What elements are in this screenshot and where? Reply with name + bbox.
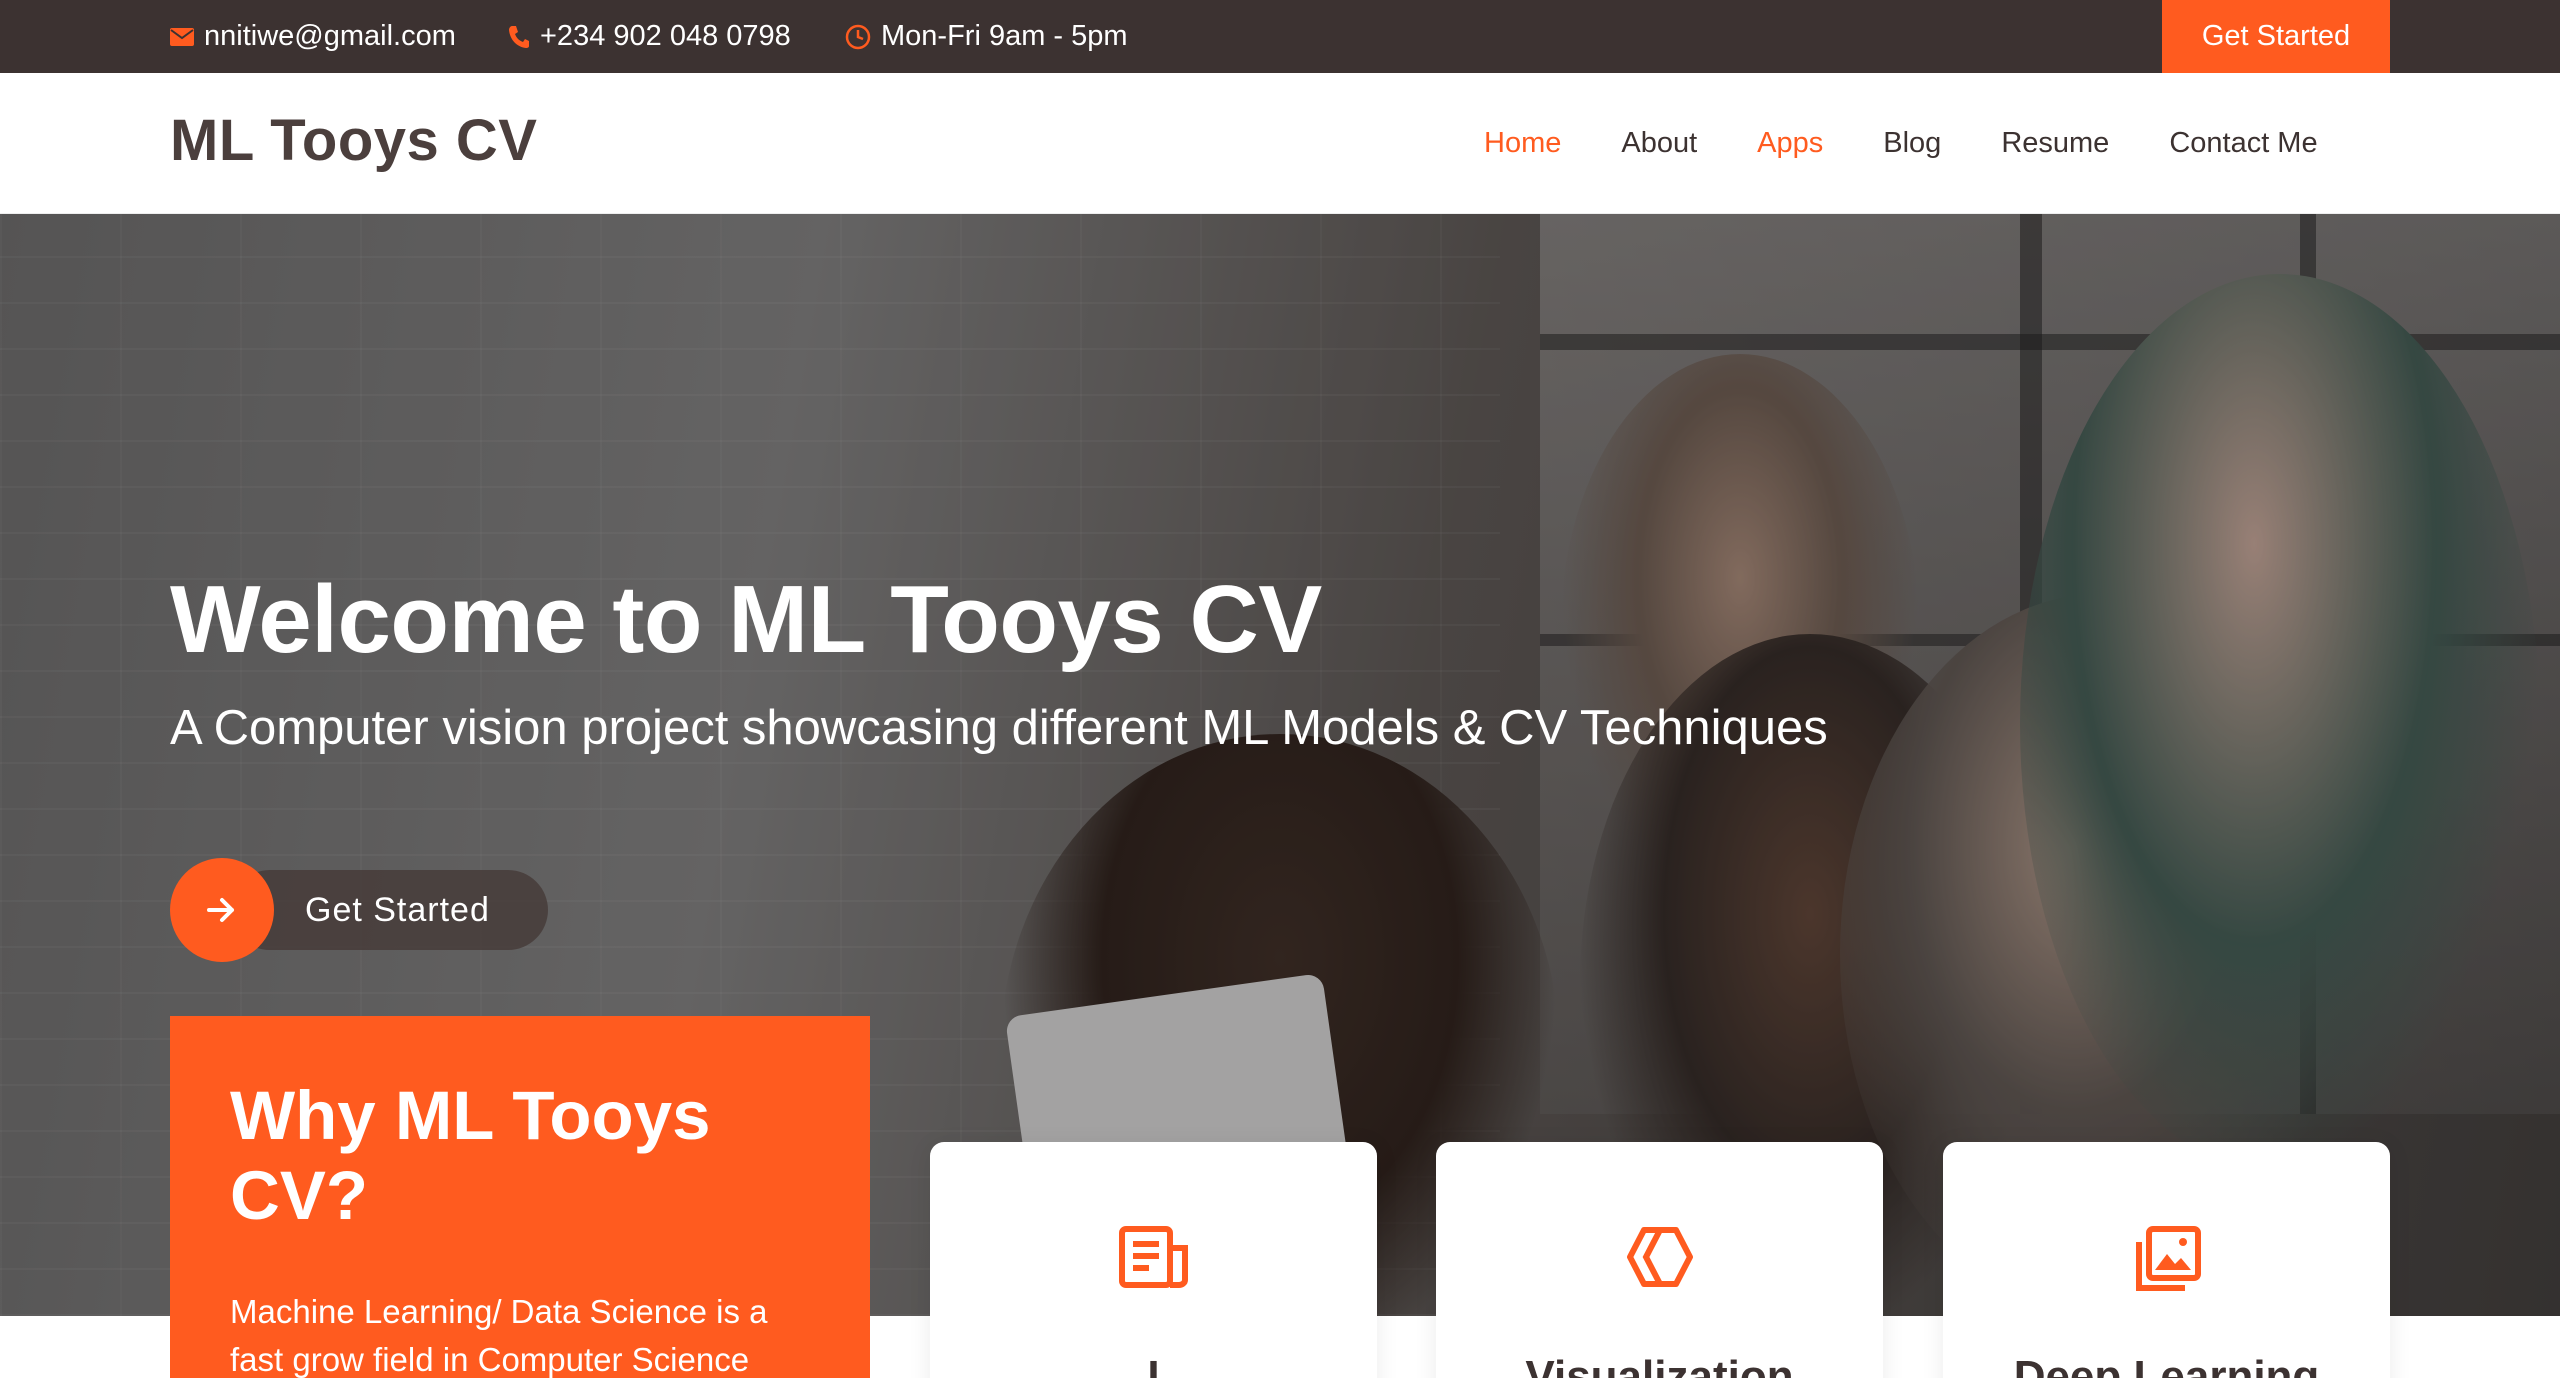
feature-card[interactable]: I — [930, 1142, 1377, 1378]
feature-card[interactable]: Deep Learning — [1943, 1142, 2390, 1378]
why-heading: Why ML Tooys CV? — [230, 1077, 711, 1234]
why-text: Machine Learning/ Data Science is a fast… — [230, 1293, 768, 1378]
phone-text: +234 902 048 0798 — [540, 20, 791, 52]
email-text: nnitiwe@gmail.com — [204, 20, 456, 52]
site-header: ML Tooys CV Home About Apps Blog Resume … — [0, 73, 2560, 214]
document-icon — [1118, 1226, 1189, 1293]
hero-subtitle: A Computer vision project showcasing dif… — [170, 701, 1828, 755]
top-bar: nnitiwe@gmail.com +234 902 048 0798 Mon-… — [0, 0, 2560, 73]
topbar-get-started-button[interactable]: Get Started — [2162, 0, 2390, 73]
nav-apps[interactable]: Apps — [1757, 127, 1823, 160]
phone-icon — [508, 25, 530, 49]
hero-title: Welcome to ML Tooys CV — [170, 566, 1322, 673]
envelope-icon — [170, 27, 194, 46]
why-card: Why ML Tooys CV? Machine Learning/ Data … — [170, 1016, 870, 1378]
nav-contact-me[interactable]: Contact Me — [2169, 127, 2317, 160]
feature-card-title: Deep Learning — [2013, 1352, 2320, 1378]
feature-card-title: I — [1147, 1352, 1160, 1378]
images-icon — [2133, 1226, 2201, 1299]
hero-button-label: Get Started — [305, 890, 490, 929]
feature-card[interactable]: Visualization — [1436, 1142, 1883, 1378]
nav-resume[interactable]: Resume — [2001, 127, 2109, 160]
nav-home[interactable]: Home — [1484, 127, 1561, 160]
hero-get-started-button[interactable]: Get Started — [170, 858, 548, 962]
hours-text: Mon-Fri 9am - 5pm — [881, 20, 1128, 52]
main-nav: Home About Apps Blog Resume Contact Me — [1484, 73, 2318, 214]
contact-phone[interactable]: +234 902 048 0798 — [508, 0, 791, 73]
contact-email[interactable]: nnitiwe@gmail.com — [170, 0, 456, 73]
site-logo[interactable]: ML Tooys CV — [170, 107, 538, 174]
cube-icon — [1626, 1226, 1694, 1293]
nav-blog[interactable]: Blog — [1883, 127, 1941, 160]
clock-icon — [845, 24, 871, 50]
business-hours: Mon-Fri 9am - 5pm — [845, 0, 1128, 73]
feature-card-title: Visualization — [1525, 1352, 1794, 1378]
arrow-right-icon — [170, 858, 274, 962]
nav-about[interactable]: About — [1621, 127, 1697, 160]
